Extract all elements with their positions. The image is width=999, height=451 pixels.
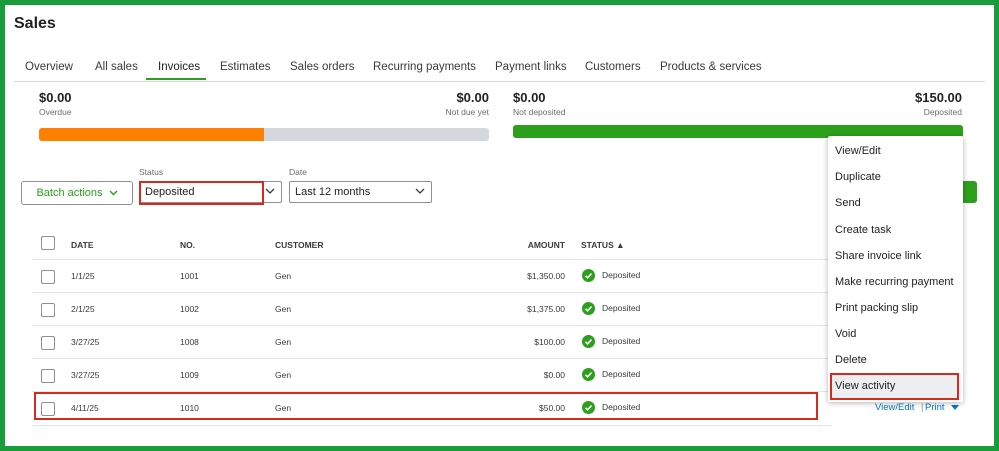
tab-payment-links[interactable]: Payment links <box>495 61 567 73</box>
row-customer: Gen <box>275 370 292 380</box>
chevron-down-icon <box>415 188 425 194</box>
row-amount: $100.00 <box>534 337 565 347</box>
deposited-check-icon <box>582 368 595 381</box>
row-status: Deposited <box>602 270 641 280</box>
row-date: 3/27/25 <box>71 370 100 380</box>
deposited-label: Deposited <box>923 107 962 117</box>
menu-item-view-edit[interactable]: View/Edit <box>835 145 881 157</box>
header-amount[interactable]: AMOUNT <box>495 240 565 250</box>
row-status: Deposited <box>602 369 641 379</box>
deposited-check-icon <box>582 335 595 348</box>
caret-down-icon[interactable] <box>951 405 959 410</box>
menu-item-duplicate[interactable]: Duplicate <box>835 171 881 183</box>
batch-actions-label: Batch actions <box>36 187 103 199</box>
select-all-checkbox[interactable] <box>41 236 55 250</box>
tab-recurring-payments[interactable]: Recurring payments <box>373 61 476 73</box>
row-checkbox[interactable] <box>41 336 55 350</box>
tab-customers[interactable]: Customers <box>585 61 641 73</box>
menu-item-delete[interactable]: Delete <box>835 354 867 366</box>
row-checkbox[interactable] <box>41 270 55 284</box>
row-status: Deposited <box>602 336 641 346</box>
chevron-down-icon <box>109 190 118 196</box>
menu-item-send[interactable]: Send <box>835 197 861 209</box>
row-checkbox[interactable] <box>41 303 55 317</box>
row-actions-separator: | <box>921 402 924 413</box>
not-deposited-amount[interactable]: $0.00 <box>513 90 546 105</box>
row-actions-menu: View/Edit Duplicate Send Create task Sha… <box>828 136 963 402</box>
row-highlight-box <box>34 392 818 420</box>
tab-estimates[interactable]: Estimates <box>220 61 271 73</box>
menu-item-create-task[interactable]: Create task <box>835 224 891 236</box>
row-customer: Gen <box>275 271 292 281</box>
unpaid-bar-track <box>39 128 489 141</box>
status-label: Status <box>139 167 164 177</box>
tab-overview[interactable]: Overview <box>25 61 73 73</box>
not-due-amount[interactable]: $0.00 <box>439 90 489 105</box>
header-status[interactable]: STATUS ▲ <box>581 240 625 250</box>
row-date: 2/1/25 <box>71 304 95 314</box>
deposited-amount[interactable]: $150.00 <box>862 90 962 105</box>
row-date: 3/27/25 <box>71 337 100 347</box>
row-date: 1/1/25 <box>71 271 95 281</box>
page-title: Sales <box>14 15 56 32</box>
tab-all-sales[interactable]: All sales <box>95 61 138 73</box>
new-invoice-button-edge[interactable] <box>963 181 977 203</box>
header-no[interactable]: NO. <box>180 240 195 250</box>
not-deposited-label: Not deposited <box>513 107 566 117</box>
row-no: 1002 <box>180 304 199 314</box>
deposited-check-icon <box>582 269 595 282</box>
row-checkbox[interactable] <box>41 369 55 383</box>
date-label: Date <box>289 167 307 177</box>
overdue-bar[interactable] <box>39 128 264 141</box>
status-highlight-box <box>139 181 264 205</box>
table-row[interactable]: 3/27/25 1008 Gen $100.00 Deposited <box>32 325 832 359</box>
row-customer: Gen <box>275 304 292 314</box>
row-print-link[interactable]: Print <box>925 402 945 413</box>
header-customer[interactable]: CUSTOMER <box>275 240 324 250</box>
row-view-edit-link[interactable]: View/Edit <box>875 402 914 413</box>
row-amount: $0.00 <box>543 370 565 380</box>
row-no: 1001 <box>180 271 199 281</box>
tab-invoices[interactable]: Invoices <box>158 61 200 73</box>
row-no: 1009 <box>180 370 199 380</box>
date-select[interactable]: Last 12 months <box>289 181 432 203</box>
row-amount: $1,350.00 <box>527 271 565 281</box>
table-row[interactable]: 1/1/25 1001 Gen $1,350.00 Deposited <box>32 259 832 293</box>
not-due-label: Not due yet <box>445 107 489 117</box>
menu-item-make-recurring-payment[interactable]: Make recurring payment <box>835 276 954 288</box>
chevron-down-icon <box>265 188 275 194</box>
row-amount: $1,375.00 <box>527 304 565 314</box>
overdue-label: Overdue <box>39 107 72 117</box>
menu-item-void[interactable]: Void <box>835 328 856 340</box>
tab-products-services[interactable]: Products & services <box>660 61 762 73</box>
table-row[interactable]: 2/1/25 1002 Gen $1,375.00 Deposited <box>32 292 832 326</box>
tab-sales-orders[interactable]: Sales orders <box>290 61 355 73</box>
overdue-amount[interactable]: $0.00 <box>39 90 72 105</box>
active-tab-indicator <box>146 78 206 80</box>
sales-page: Sales Overview All sales Invoices Estima… <box>5 5 994 446</box>
row-status: Deposited <box>602 303 641 313</box>
deposited-check-icon <box>582 302 595 315</box>
menu-item-share-invoice-link[interactable]: Share invoice link <box>835 250 921 262</box>
menu-item-print-packing-slip[interactable]: Print packing slip <box>835 302 918 314</box>
batch-actions-button[interactable]: Batch actions <box>21 181 133 205</box>
view-activity-highlight-box <box>830 373 959 400</box>
row-no: 1008 <box>180 337 199 347</box>
table-row[interactable]: 3/27/25 1009 Gen $0.00 Deposited <box>32 358 832 392</box>
row-customer: Gen <box>275 337 292 347</box>
header-date[interactable]: DATE <box>71 240 94 250</box>
date-select-value: Last 12 months <box>295 186 371 198</box>
